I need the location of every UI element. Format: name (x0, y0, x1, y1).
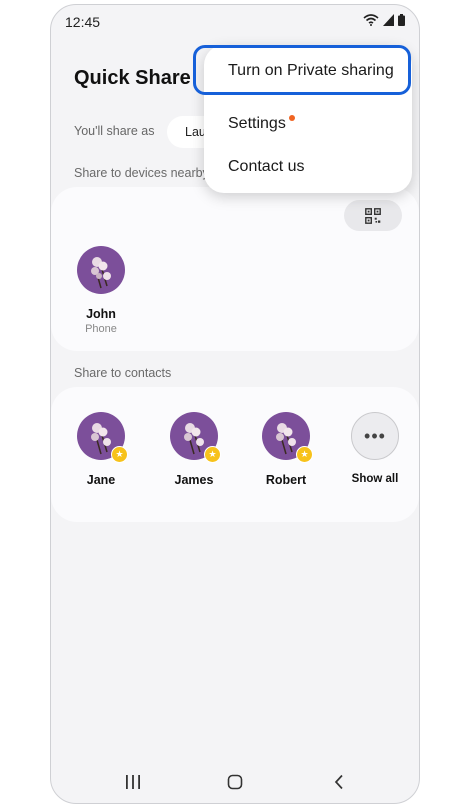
show-all-label: Show all (351, 473, 399, 485)
share-as-label: You'll share as (74, 124, 155, 138)
contacts-section-label: Share to contacts (74, 366, 172, 380)
back-icon[interactable] (333, 774, 345, 790)
navigation-bar (51, 765, 419, 803)
more-icon: ••• (351, 412, 399, 460)
contact-name: Jane (86, 473, 116, 487)
avatar: ★ (77, 412, 128, 463)
battery-icon (398, 14, 405, 26)
flower-avatar-icon (91, 257, 111, 289)
wifi-icon (363, 14, 379, 26)
qr-code-button[interactable] (344, 200, 402, 231)
highlight-box (193, 45, 411, 95)
avatar (77, 246, 125, 294)
menu-item-settings[interactable]: Settings (228, 115, 286, 133)
notification-dot (289, 115, 295, 121)
avatar: ★ (170, 412, 221, 463)
favorite-star-icon: ★ (204, 446, 221, 463)
contact-name: Robert (265, 473, 307, 487)
device-type: Phone (85, 323, 117, 335)
status-time: 12:45 (65, 14, 101, 30)
home-icon[interactable] (227, 774, 243, 790)
contacts-card: ★ Jane ★ James ★ Robert ••• Show all (51, 387, 419, 522)
phone-screen: 12:45 Quick Share You'll share as Lau Sh… (50, 4, 420, 804)
avatar: ★ (262, 412, 313, 463)
status-icons (363, 14, 405, 26)
device-name: John (86, 307, 116, 321)
nearby-devices-card: John Phone (51, 187, 419, 351)
recents-icon[interactable] (125, 774, 141, 790)
qr-code-icon (365, 207, 381, 224)
page-title: Quick Share (74, 67, 191, 89)
favorite-star-icon: ★ (111, 446, 128, 463)
nearby-section-label: Share to devices nearby (74, 166, 209, 180)
status-bar: 12:45 (51, 5, 419, 39)
signal-icon (383, 14, 394, 26)
menu-item-contact-us[interactable]: Contact us (228, 158, 304, 176)
contact-name: James (174, 473, 214, 487)
favorite-star-icon: ★ (296, 446, 313, 463)
